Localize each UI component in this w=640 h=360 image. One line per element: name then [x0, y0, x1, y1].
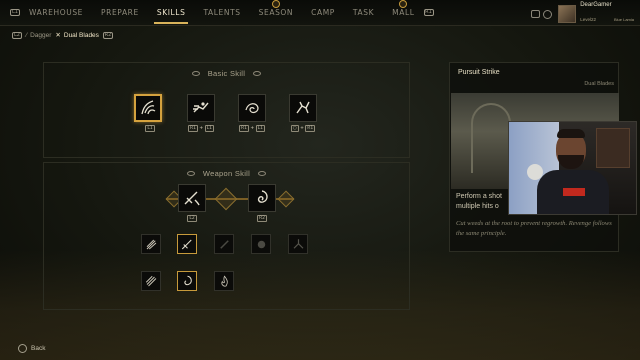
weapon-tab-dual-blades-label: Dual Blades	[63, 31, 99, 39]
claw-icon	[146, 239, 156, 249]
whirl-icon	[183, 275, 192, 285]
weapon-skill-option-4[interactable]	[251, 234, 271, 254]
top-nav-bar: L1 WAREHOUSE PREPARE SKILLS TALENTS SEAS…	[0, 0, 640, 26]
tab-warehouse[interactable]: WAREHOUSE	[20, 0, 92, 24]
tab-task[interactable]: TASK	[344, 0, 383, 24]
tendril-icon	[141, 100, 156, 115]
tab-camp[interactable]: CAMP	[302, 0, 344, 24]
weapon-skill-option-2[interactable]	[177, 234, 197, 254]
skill-detail-description: Perform a shot multiple hits o	[456, 193, 502, 210]
user-level: Level22	[580, 17, 596, 22]
main-tabs: L1 WAREHOUSE PREPARE SKILLS TALENTS SEAS…	[10, 0, 434, 24]
friends-icon[interactable]	[543, 9, 553, 19]
whirl-icon	[257, 190, 268, 203]
weapon-skill-key-1: L2	[187, 215, 197, 222]
weapon-skill-key-2: R2	[257, 215, 267, 222]
circle-button-icon	[18, 344, 27, 353]
avatar[interactable]	[558, 5, 577, 23]
weapon-tab-dagger[interactable]: ⁄ Dagger	[26, 32, 51, 39]
shadow-icon	[219, 239, 229, 249]
weapon-skill-option-6[interactable]	[141, 271, 161, 291]
center-diamond-ornament	[214, 187, 238, 211]
dagger-icon: ⁄	[26, 31, 28, 39]
eye-icon	[186, 170, 195, 176]
weapon-skill-active-2[interactable]	[248, 184, 276, 212]
mail-icon[interactable]	[531, 9, 541, 18]
tab-season-label: SEASON	[258, 7, 294, 17]
triple-slash-icon	[145, 275, 156, 286]
spiral-slash-icon	[245, 103, 259, 114]
basic-skill-panel: Basic Skill L1 R1 + L1 R1 + L1 ○ + R1	[43, 62, 410, 158]
eye-icon	[191, 70, 200, 76]
tab-prepare[interactable]: PREPARE	[92, 0, 148, 24]
weapon-selector: L2 ⁄ Dagger ✕ Dual Blades R2	[12, 31, 113, 39]
weapon-tab-dual-blades[interactable]: ✕ Dual Blades	[55, 31, 99, 40]
basic-skill-slot-2[interactable]	[187, 94, 215, 122]
user-info: DearGamer Level22 Blue Lamia	[531, 2, 634, 26]
basic-skill-key-1: L1	[145, 125, 155, 132]
basic-skill-key-2: R1 + L1	[187, 125, 215, 132]
split-icon	[293, 238, 303, 249]
r1-hint: R1	[423, 8, 434, 16]
skill-detail-quote: Cut weeds at the root to prevent regrowt…	[456, 220, 612, 237]
skill-detail-weapon: Dual Blades	[584, 81, 614, 87]
basic-skill-slot-4[interactable]	[289, 94, 317, 122]
tab-mall-label: MALL	[392, 7, 415, 17]
eye-icon	[253, 70, 262, 76]
pursuit-strike-icon	[184, 191, 200, 206]
basic-skill-slot-1[interactable]	[134, 94, 162, 122]
basic-skill-slot-3[interactable]	[238, 94, 266, 122]
dual-blades-icon: ✕	[55, 32, 61, 39]
weapon-skill-title: Weapon Skill	[44, 169, 409, 178]
l2-hint: L2	[12, 31, 22, 39]
back-button[interactable]: Back	[18, 344, 45, 353]
right-diamond-ornament	[277, 190, 295, 208]
weapon-skill-title-text: Weapon Skill	[202, 169, 251, 178]
tab-talents[interactable]: TALENTS	[194, 0, 249, 24]
tab-season[interactable]: SEASON	[250, 0, 303, 24]
weapon-skill-option-1[interactable]	[141, 234, 161, 254]
burst-icon	[257, 240, 265, 248]
tab-mall[interactable]: MALL	[383, 0, 423, 24]
weapon-skill-option-3[interactable]	[214, 234, 234, 254]
shirt-logo	[563, 188, 585, 196]
webcam-person-beard	[558, 155, 584, 169]
eye-icon	[258, 170, 267, 176]
weapon-skill-active-1[interactable]	[178, 184, 206, 212]
basic-skill-title-text: Basic Skill	[207, 69, 246, 78]
user-guild: Blue Lamia	[613, 17, 634, 22]
preview-arch	[471, 103, 511, 173]
tab-skills[interactable]: SKILLS	[148, 0, 195, 24]
basic-skill-key-3: R1 + L1	[238, 125, 266, 132]
skill-detail-title: Pursuit Strike	[458, 69, 500, 76]
pursuit-strike-icon	[181, 239, 192, 249]
leap-icon	[296, 101, 310, 114]
dash-strike-icon	[193, 102, 209, 113]
back-label: Back	[31, 345, 46, 352]
webcam-person-hair	[557, 129, 585, 138]
season-badge-icon	[271, 0, 280, 8]
l1-hint: L1	[10, 8, 20, 16]
microphone	[527, 164, 543, 180]
weapon-skill-panel: Weapon Skill L2 R2	[43, 162, 410, 310]
basic-skill-key-4: ○ + R1	[290, 125, 316, 132]
weapon-tab-dagger-label: Dagger	[30, 31, 52, 39]
weapon-skill-option-5[interactable]	[288, 234, 308, 254]
flame-icon	[220, 274, 228, 287]
streamer-webcam	[508, 121, 637, 215]
r2-hint: R2	[102, 31, 113, 39]
weapon-skill-option-7[interactable]	[177, 271, 197, 291]
basic-skill-title: Basic Skill	[44, 69, 409, 78]
webcam-shelf	[596, 128, 630, 168]
weapon-skill-option-8[interactable]	[214, 271, 234, 291]
